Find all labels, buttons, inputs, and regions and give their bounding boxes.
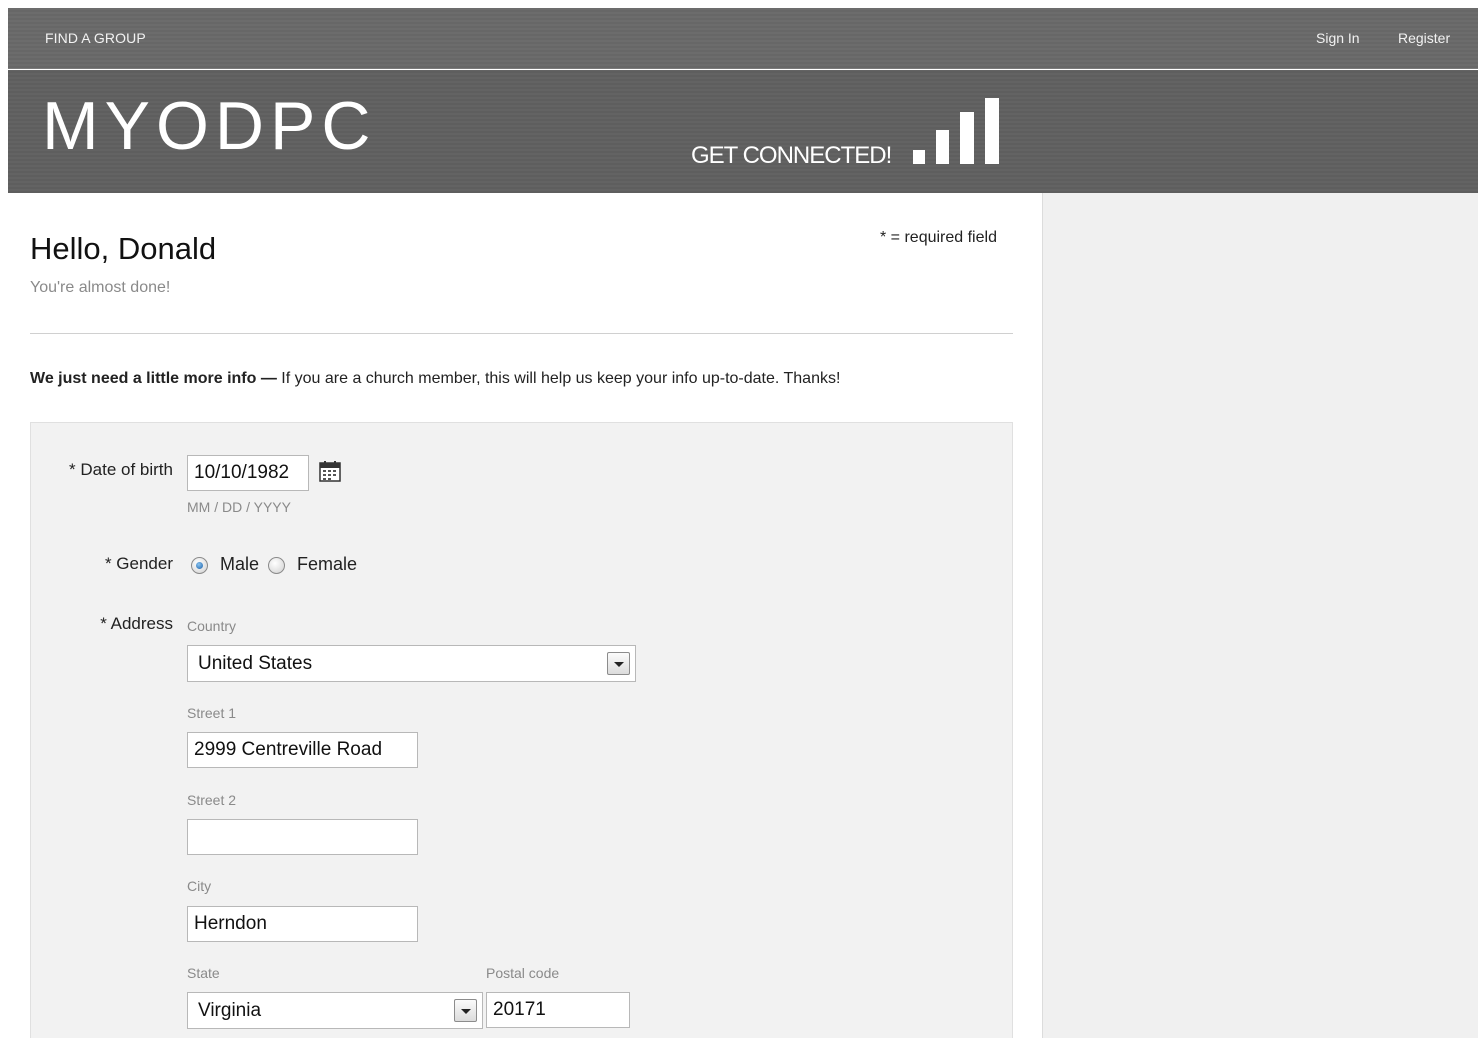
address-label: * Address bbox=[100, 614, 173, 633]
site-banner: MYODPC GET CONNECTED! bbox=[8, 70, 1478, 193]
gender-female-label[interactable]: Female bbox=[297, 554, 357, 575]
country-select-value: United States bbox=[198, 653, 313, 674]
sign-in-link[interactable]: Sign In bbox=[1316, 30, 1360, 46]
gender-male-radio[interactable] bbox=[191, 557, 208, 574]
state-label: State bbox=[187, 965, 220, 981]
state-select-value: Virginia bbox=[198, 1000, 262, 1021]
intro-text: We just need a little more info — If you… bbox=[30, 370, 840, 388]
top-navigation-bar: FIND A GROUP Sign In Register bbox=[8, 8, 1478, 69]
gender-label: * Gender bbox=[104, 554, 173, 573]
register-link[interactable]: Register bbox=[1398, 30, 1450, 46]
street2-input[interactable] bbox=[187, 819, 418, 855]
right-sidebar bbox=[1042, 193, 1478, 1038]
site-logo[interactable]: MYODPC bbox=[42, 92, 376, 160]
calendar-icon[interactable] bbox=[319, 460, 341, 482]
find-a-group-link[interactable]: FIND A GROUP bbox=[45, 30, 146, 46]
city-label: City bbox=[187, 878, 212, 894]
postal-code-input[interactable]: 20171 bbox=[486, 992, 630, 1028]
window-frame-left bbox=[0, 0, 8, 1038]
chevron-down-icon[interactable] bbox=[454, 999, 477, 1022]
page-subtitle: You're almost done! bbox=[30, 279, 171, 296]
window-frame-top bbox=[0, 0, 1478, 8]
divider bbox=[30, 333, 1013, 334]
dob-format-hint: MM / DD / YYYY bbox=[187, 499, 291, 515]
intro-bold: We just need a little more info — bbox=[30, 370, 277, 387]
gender-female-radio[interactable] bbox=[268, 557, 285, 574]
postal-code-label: Postal code bbox=[486, 965, 560, 981]
page-title: Hello, Donald bbox=[30, 231, 217, 266]
city-input[interactable]: Herndon bbox=[187, 906, 418, 942]
country-label: Country bbox=[187, 618, 237, 634]
country-select[interactable]: United States bbox=[187, 645, 636, 682]
tagline: GET CONNECTED! bbox=[691, 142, 892, 169]
required-field-note: * = required field bbox=[880, 229, 997, 246]
gender-male-label[interactable]: Male bbox=[220, 554, 259, 575]
street1-label: Street 1 bbox=[187, 705, 237, 721]
street1-input[interactable]: 2999 Centreville Road bbox=[187, 732, 418, 768]
dob-input[interactable]: 10/10/1982 bbox=[187, 455, 309, 491]
profile-form: * Date of birth 10/10/1982 MM / DD / YYY… bbox=[30, 422, 1013, 1038]
dob-label: * Date of birth bbox=[69, 460, 173, 479]
state-select[interactable]: Virginia bbox=[187, 992, 483, 1029]
intro-body: If you are a church member, this will he… bbox=[276, 370, 841, 387]
street2-label: Street 2 bbox=[187, 792, 237, 808]
chevron-down-icon[interactable] bbox=[607, 652, 630, 675]
